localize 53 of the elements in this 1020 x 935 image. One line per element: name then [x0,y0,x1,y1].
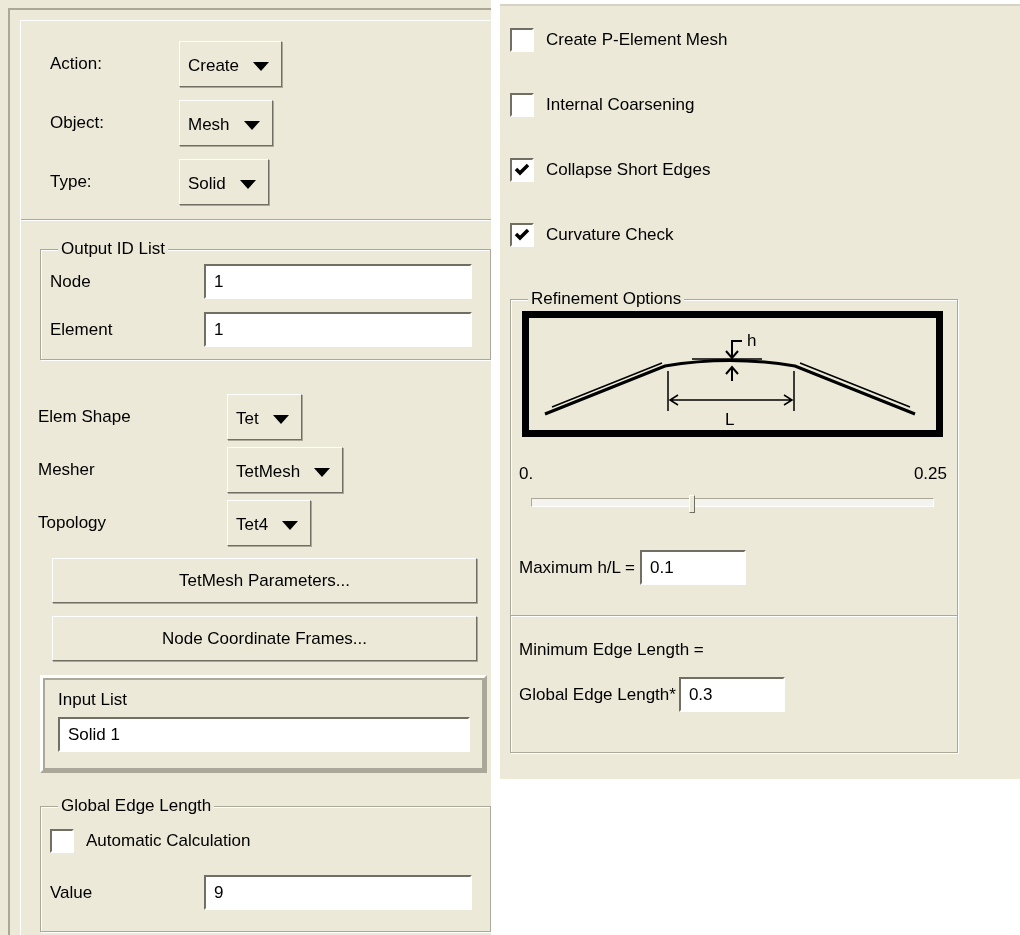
field-label: Elem Shape [38,407,132,427]
field-label: Topology [38,513,108,533]
scale-label: 0. [519,464,534,484]
field-label: Object: [50,113,105,133]
dropdown-button[interactable]: Solid [179,159,269,205]
field-label: Type: [50,172,93,192]
group-title: Input List [58,690,128,710]
dropdown-button[interactable]: Tet [227,394,302,440]
checkbox[interactable] [50,829,74,853]
slider-thumb[interactable] [689,495,696,513]
caret-icon [282,520,299,530]
checkbox[interactable] [510,28,534,52]
caret-icon [314,467,331,477]
field-label: Value [50,882,94,903]
field-label: Node [50,271,92,292]
input-field[interactable]: 1 [204,264,472,299]
dropdown-button[interactable]: Tet4 [227,500,312,546]
scale-label: 0.25 [913,464,947,484]
checkbox-label: Automatic Calculation [86,831,251,851]
input-field[interactable]: 9 [204,875,472,910]
field-label: Maximum h/L = [519,557,636,578]
caret-icon [239,179,256,189]
group-title: Global Edge Length [58,796,215,816]
group-title: Refinement Options [528,289,685,309]
checkbox-label: Curvature Check [546,225,674,245]
dropdown-button[interactable]: Create [179,41,283,87]
checkbox[interactable] [510,93,534,117]
checkbox[interactable] [510,223,534,247]
dialog-button[interactable]: TetMesh Parameters... [52,558,477,603]
caret-icon [253,61,270,71]
check-icon [514,228,530,242]
group-title: Output ID List [58,239,168,259]
field-label: Mesher [38,460,96,480]
caret-icon [272,414,289,424]
input-field[interactable]: 1 [204,312,472,347]
dropdown-button[interactable]: TetMesh [227,447,344,493]
input-field[interactable]: Solid 1 [58,717,470,752]
checkbox-label: Collapse Short Edges [546,160,711,180]
caret-icon [243,120,260,130]
input-field[interactable]: 0.1 [640,550,747,585]
checkbox[interactable] [510,158,534,182]
input-field[interactable]: 0.3 [678,677,785,712]
field-label: Action: [50,54,103,74]
dialog-button[interactable]: Node Coordinate Frames... [52,616,477,661]
check-icon [514,163,530,177]
checkbox-label: Create P-Element Mesh [546,30,728,50]
info-text: Minimum Edge Length = [519,640,705,660]
field-label: Element [50,319,114,340]
dimension-label: h [747,331,757,350]
checkbox-label: Internal Coarsening [546,95,695,115]
dimension-label: L [725,410,735,429]
field-label: Global Edge Length* [519,684,676,705]
dropdown-button[interactable]: Mesh [179,100,273,146]
